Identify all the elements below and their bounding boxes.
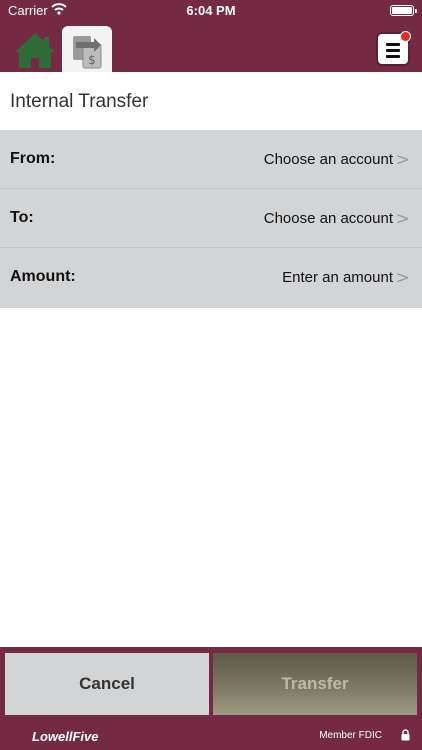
- chevron-right-icon: >: [395, 150, 410, 170]
- tab-transfer[interactable]: $: [62, 26, 112, 72]
- footer-bar: Cancel Transfer LowellFive Member FDIC: [0, 647, 422, 750]
- page-header: Internal Transfer: [0, 72, 422, 130]
- amount-value: Enter an amount: [282, 269, 393, 286]
- from-row[interactable]: From: Choose an account >: [0, 130, 422, 189]
- tab-home[interactable]: [10, 28, 60, 72]
- from-label: From:: [10, 150, 56, 167]
- svg-text:$: $: [88, 53, 96, 67]
- chevron-right-icon: >: [395, 209, 410, 229]
- to-row[interactable]: To: Choose an account >: [0, 189, 422, 248]
- amount-row[interactable]: Amount: Enter an amount >: [0, 248, 422, 306]
- lock-icon: [401, 729, 410, 741]
- chevron-right-icon: >: [395, 268, 410, 288]
- status-bar: Carrier 6:04 PM: [0, 0, 422, 22]
- transfer-form: From: Choose an account > To: Choose an …: [0, 130, 422, 308]
- amount-label: Amount:: [10, 268, 76, 285]
- page-title: Internal Transfer: [10, 91, 149, 112]
- cancel-button[interactable]: Cancel: [5, 653, 209, 715]
- to-label: To:: [10, 209, 34, 226]
- header-bar: Carrier 6:04 PM $: [0, 0, 422, 72]
- transfer-button[interactable]: Transfer: [213, 653, 417, 715]
- bank-logo: LowellFive: [32, 729, 99, 744]
- to-value: Choose an account: [263, 210, 393, 227]
- home-icon: [15, 33, 55, 68]
- status-time: 6:04 PM: [186, 3, 236, 18]
- fdic-label: Member FDIC: [319, 730, 382, 741]
- battery-icon: [390, 5, 417, 16]
- notification-badge: [400, 31, 411, 42]
- from-value: Choose an account: [263, 151, 393, 168]
- transfer-icon: $: [73, 36, 102, 69]
